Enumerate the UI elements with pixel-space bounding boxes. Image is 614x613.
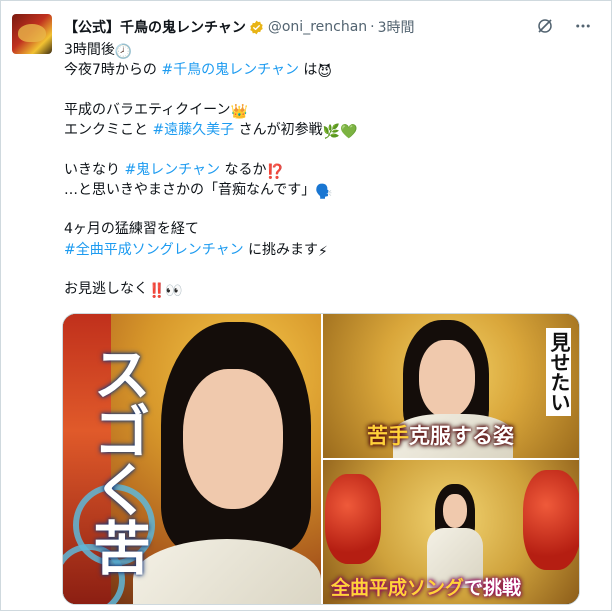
emoji: ⁉️ [266, 163, 284, 180]
post-line: …と思いきやまさかの「音痴なんです」🗣️ [64, 180, 594, 200]
bottom-right-caption-rest: で挑戦 [464, 577, 522, 599]
post-line: #全曲平成ソングレンチャン に挑みます⚡ [64, 240, 594, 260]
emoji: ⚡ [318, 243, 328, 260]
post-header: 【公式】千鳥の鬼レンチャン @oni_renchan · 3時間 [64, 14, 604, 40]
post-time[interactable]: 3時間 [378, 17, 415, 37]
post-text-segment: …と思いきやまさかの「音痴なんです」 [64, 181, 316, 198]
hashtag-link[interactable]: #全曲平成ソングレンチャン [64, 242, 244, 258]
post-line: エンクミこと #遠藤久美子 さんが初参戦🌿💚 [64, 120, 594, 140]
person-face [183, 369, 283, 509]
avatar[interactable] [12, 14, 52, 54]
media-grid[interactable]: スゴく苦 見せたい 苦手克服する姿 全曲平成ソングで挑戦 [62, 313, 580, 605]
grok-icon[interactable] [536, 17, 554, 35]
post-text-segment: 3時間後 [64, 42, 115, 58]
separator-dot: · [370, 19, 375, 35]
post-text-segment: いきなり [64, 161, 125, 178]
post-text-segment: に挑みます [243, 241, 319, 258]
post-text-segment: 4ヶ月の猛練習を経て [64, 221, 199, 238]
top-right-vertical-caption: 見せたい [546, 328, 571, 416]
post-text-segment: 今夜7時からの [64, 62, 162, 79]
emoji: 🌿💚 [322, 124, 358, 141]
header-actions [536, 17, 592, 35]
emoji: 👑 [230, 103, 248, 120]
media-image-bottom-right[interactable]: 全曲平成ソングで挑戦 [323, 460, 579, 604]
post-line: いきなり #鬼レンチャン なるか⁉️ [64, 160, 594, 180]
oni-figure-right [523, 470, 579, 570]
left-caption: スゴく苦 [83, 344, 151, 576]
hashtag-link[interactable]: #千鳥の鬼レンチャン [161, 62, 299, 78]
person-face [419, 340, 475, 418]
person-face [443, 494, 467, 528]
emoji: ‼️👀 [148, 283, 183, 300]
media-image-top-right[interactable]: 見せたい 苦手克服する姿 [323, 314, 579, 458]
post-text-segment: 平成のバラエティクイーン [64, 101, 231, 118]
more-icon[interactable] [574, 17, 592, 35]
post-text-segment: エンクミこと [64, 122, 153, 139]
oni-figure-left [325, 474, 381, 564]
top-right-caption-rest: 克服する姿 [409, 424, 514, 448]
post-line: 3時間後🕗 [64, 40, 594, 60]
post-line: 4ヶ月の猛練習を経て [64, 219, 594, 239]
post-text: 3時間後🕗 今夜7時からの #千鳥の鬼レンチャン は😈 平成のバラエティクイーン👑 エ… [64, 40, 594, 300]
post-text-segment: お見逃しなく [64, 281, 148, 298]
bottom-right-caption: 全曲平成ソングで挑戦 [331, 573, 521, 600]
hashtag-link[interactable]: #遠藤久美子 [152, 122, 234, 138]
post-line: 今夜7時からの #千鳥の鬼レンチャン は😈 [64, 60, 594, 80]
emoji: 🗣️ [315, 183, 333, 200]
bottom-right-caption-highlight: 全曲平成ソング [331, 577, 465, 599]
emoji: 🕗 [114, 44, 133, 60]
media-image-left[interactable]: スゴく苦 [63, 314, 321, 604]
top-right-caption: 苦手克服する姿 [367, 420, 514, 450]
post-text-segment: さんが初参戦 [234, 122, 323, 139]
display-name[interactable]: 【公式】千鳥の鬼レンチャン [64, 17, 246, 37]
top-right-caption-highlight: 苦手 [367, 424, 409, 448]
post-line: 平成のバラエティクイーン👑 [64, 100, 594, 120]
person-blouse [133, 539, 321, 604]
post-text-segment: なるか [220, 161, 267, 178]
post-line: お見逃しなく‼️👀 [64, 279, 594, 299]
verified-badge-icon[interactable] [249, 20, 264, 35]
post-text-segment: は [298, 62, 318, 79]
hashtag-link[interactable]: #鬼レンチャン [124, 162, 220, 178]
user-handle[interactable]: @oni_renchan [268, 19, 367, 35]
emoji: 😈 [317, 64, 333, 81]
